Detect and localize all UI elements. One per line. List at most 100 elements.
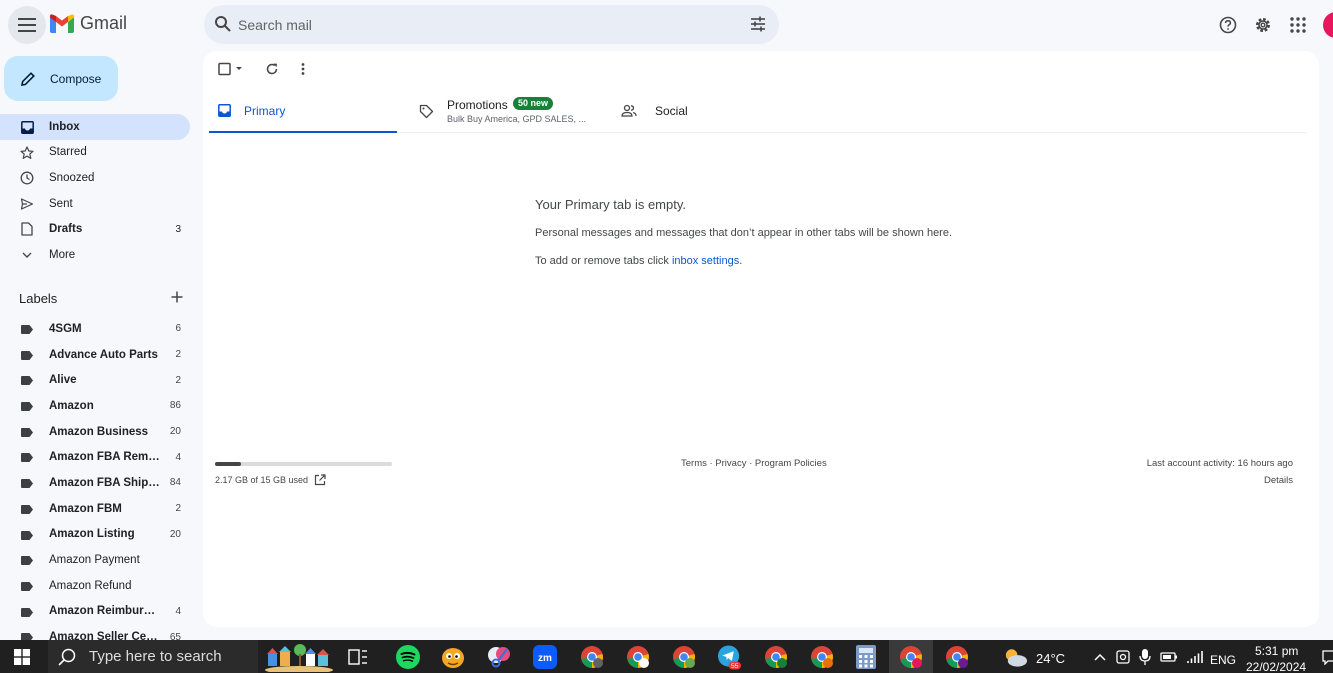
label-item[interactable]: Amazon Reimbursement 4 — [0, 599, 190, 625]
more-options-icon[interactable] — [300, 61, 306, 77]
sidebar-item-count: 3 — [175, 223, 181, 235]
tab-promotions[interactable]: Promotions 50 new Bulk Buy America, GPD … — [419, 94, 609, 133]
task-view-icon[interactable] — [345, 644, 370, 669]
label-item[interactable]: 4SGM 6 — [0, 316, 190, 342]
search-options-icon[interactable] — [749, 15, 767, 33]
inbox-icon — [218, 104, 231, 117]
search-input[interactable] — [238, 5, 728, 44]
sidebar-item-drafts[interactable]: Drafts 3 — [0, 216, 190, 242]
sidebar-item-inbox[interactable]: Inbox — [0, 114, 190, 140]
chrome-profile-m-icon[interactable] — [579, 644, 604, 669]
empty-state-title: Your Primary tab is empty. — [535, 197, 686, 212]
last-activity-text: Last account activity: 16 hours ago — [1146, 458, 1293, 469]
mail-panel: Primary Promotions 50 new Bulk Buy Ameri… — [203, 51, 1319, 627]
svg-text:zm: zm — [538, 653, 552, 664]
chrome-profile-m-green-icon[interactable] — [671, 644, 696, 669]
calculator-icon[interactable] — [853, 644, 878, 669]
sidebar-item-sent[interactable]: Sent — [0, 191, 190, 217]
search-highlight-icon[interactable] — [264, 643, 334, 672]
weather-partly-cloudy-icon[interactable] — [1003, 644, 1028, 669]
search-bar[interactable] — [204, 5, 779, 44]
label-name: Amazon FBA Shipment — [49, 476, 161, 489]
label-count: 4 — [175, 451, 181, 463]
label-name: 4SGM — [49, 322, 82, 335]
compose-button[interactable]: Compose — [4, 56, 118, 101]
battery-icon[interactable] — [1156, 644, 1181, 669]
label-item[interactable]: Advance Auto Parts 2 — [0, 342, 190, 368]
main-menu-button[interactable] — [8, 6, 46, 44]
gmail-logo[interactable]: Gmail — [50, 13, 127, 34]
chrome-profile-l-icon[interactable] — [763, 644, 788, 669]
label-item[interactable]: Amazon FBA Removal 4 — [0, 444, 190, 470]
sidebar-item-snoozed[interactable]: Snoozed — [0, 165, 190, 191]
label-tag-icon — [21, 427, 33, 437]
chevron-up-icon[interactable] — [1087, 644, 1112, 669]
wifi-icon[interactable] — [1182, 644, 1207, 669]
chrome-profile-icon[interactable] — [625, 644, 650, 669]
label-tag-icon — [21, 479, 33, 489]
label-count: 2 — [175, 374, 181, 386]
label-tag-icon — [21, 453, 33, 463]
details-link[interactable]: Details — [1147, 475, 1293, 486]
star-icon — [20, 145, 34, 160]
label-tag-icon — [21, 556, 33, 566]
label-name: Amazon Business — [49, 425, 149, 438]
label-item[interactable]: Alive 2 — [0, 367, 190, 393]
label-tag-icon — [21, 607, 33, 617]
label-item[interactable]: Amazon Refund — [0, 573, 190, 599]
input-language[interactable]: ENG — [1210, 653, 1236, 667]
tab-primary[interactable]: Primary — [209, 94, 397, 133]
plus-icon[interactable] — [170, 290, 184, 304]
tab-social[interactable]: Social — [619, 94, 739, 133]
label-item[interactable]: Amazon Business 20 — [0, 419, 190, 445]
search-icon[interactable] — [214, 15, 232, 33]
label-count: 6 — [175, 323, 181, 335]
google-apps-icon[interactable] — [1286, 13, 1310, 37]
zoom-icon[interactable]: zm — [532, 644, 557, 669]
label-count: 86 — [169, 400, 181, 412]
sidebar-item-more[interactable]: More — [0, 242, 190, 268]
label-tag-icon — [21, 376, 33, 386]
label-tag-icon — [21, 325, 33, 334]
storage-bar-fill — [215, 462, 241, 466]
chrome-profile-orange-icon[interactable] — [809, 644, 834, 669]
storage-usage[interactable]: 2.17 GB of 15 GB used — [215, 474, 326, 486]
weather-temperature[interactable]: 24°C — [1036, 651, 1065, 666]
clock-time[interactable]: 5:31 pm — [1255, 644, 1298, 658]
label-count: 20 — [169, 426, 181, 438]
account-avatar[interactable] — [1323, 12, 1333, 38]
label-item[interactable]: Amazon FBM 2 — [0, 496, 190, 522]
clock-date[interactable]: 22/02/2024 — [1246, 660, 1306, 673]
snipping-tool-icon[interactable] — [486, 644, 511, 669]
settings-gear-icon[interactable] — [1251, 13, 1275, 37]
support-icon[interactable] — [1216, 13, 1240, 37]
sidebar-item-starred[interactable]: Starred — [0, 140, 190, 166]
labels-list: 4SGM 6 Advance Auto Parts 2 Alive 2 Amazon 8… — [0, 316, 190, 650]
microphone-icon[interactable] — [1132, 644, 1157, 669]
chrome-profile-s-icon[interactable] — [889, 640, 933, 673]
footer-links[interactable]: Terms · Privacy · Program Policies — [681, 458, 827, 469]
telegram-icon[interactable]: 55 — [717, 644, 742, 670]
label-item[interactable]: Amazon 86 — [0, 393, 190, 419]
label-item[interactable]: Amazon FBA Shipment 84 — [0, 470, 190, 496]
label-tag-icon — [21, 350, 33, 360]
chrome-profile-r-icon[interactable] — [944, 644, 969, 669]
inbox-settings-link[interactable]: inbox settings — [672, 255, 739, 267]
compose-label: Compose — [50, 71, 102, 86]
character-app-icon[interactable] — [440, 644, 465, 669]
settings-hint-suffix: . — [739, 255, 743, 267]
select-all-checkbox[interactable] — [218, 61, 246, 77]
windows-start-icon[interactable] — [9, 644, 34, 669]
labels-title: Labels — [19, 291, 58, 306]
tab-social-label: Social — [655, 104, 688, 118]
label-item[interactable]: Amazon Payment — [0, 547, 190, 573]
taskbar-search[interactable]: Type here to search — [48, 640, 258, 673]
label-name: Amazon Listing — [49, 528, 135, 541]
notifications-icon[interactable] — [1317, 644, 1333, 669]
refresh-icon[interactable] — [265, 61, 279, 77]
label-name: Alive — [49, 374, 77, 387]
telegram-badge: 55 — [731, 663, 739, 670]
label-item[interactable]: Amazon Listing 20 — [0, 522, 190, 548]
spotify-icon[interactable] — [395, 644, 420, 669]
label-count: 84 — [169, 477, 181, 489]
